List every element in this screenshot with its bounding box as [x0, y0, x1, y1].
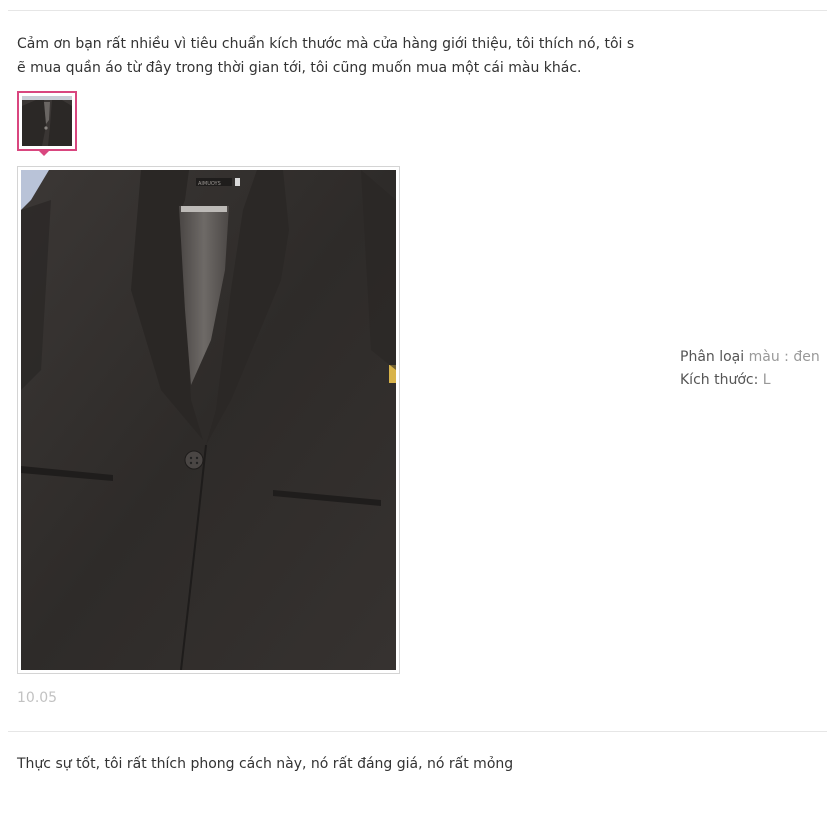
review-photo-thumbnail[interactable] — [17, 91, 77, 151]
divider-mid — [8, 731, 827, 732]
variant-info: Phân loại màu : đen Kích thước: L — [680, 346, 820, 392]
thumbnail-selected-caret — [38, 150, 50, 156]
size-value: L — [762, 372, 771, 388]
variant-label: Phân loại — [680, 349, 745, 365]
thumbnail-jacket-icon — [22, 96, 72, 146]
thumbnail-image — [22, 96, 72, 146]
review-text: Cảm ơn bạn rất nhiều vì tiêu chuẩn kích … — [17, 36, 635, 76]
size-row: Kích thước: L — [680, 369, 820, 392]
review-text-2: Thực sự tốt, tôi rất thích phong cách nà… — [17, 756, 514, 772]
divider-top — [8, 10, 827, 11]
jacket-photo: AIMUOYS — [21, 170, 396, 670]
review-photo-large[interactable]: AIMUOYS — [17, 166, 400, 674]
size-label: Kích thước: — [680, 372, 759, 388]
review-list: Cảm ơn bạn rất nhiều vì tiêu chuẩn kích … — [0, 0, 827, 827]
jacket-image: AIMUOYS — [21, 170, 396, 670]
jacket-label-text: AIMUOYS — [198, 181, 221, 187]
review-date: 10.05 — [17, 690, 58, 706]
variant-row: Phân loại màu : đen — [680, 346, 820, 369]
variant-value: màu : đen — [748, 349, 820, 365]
